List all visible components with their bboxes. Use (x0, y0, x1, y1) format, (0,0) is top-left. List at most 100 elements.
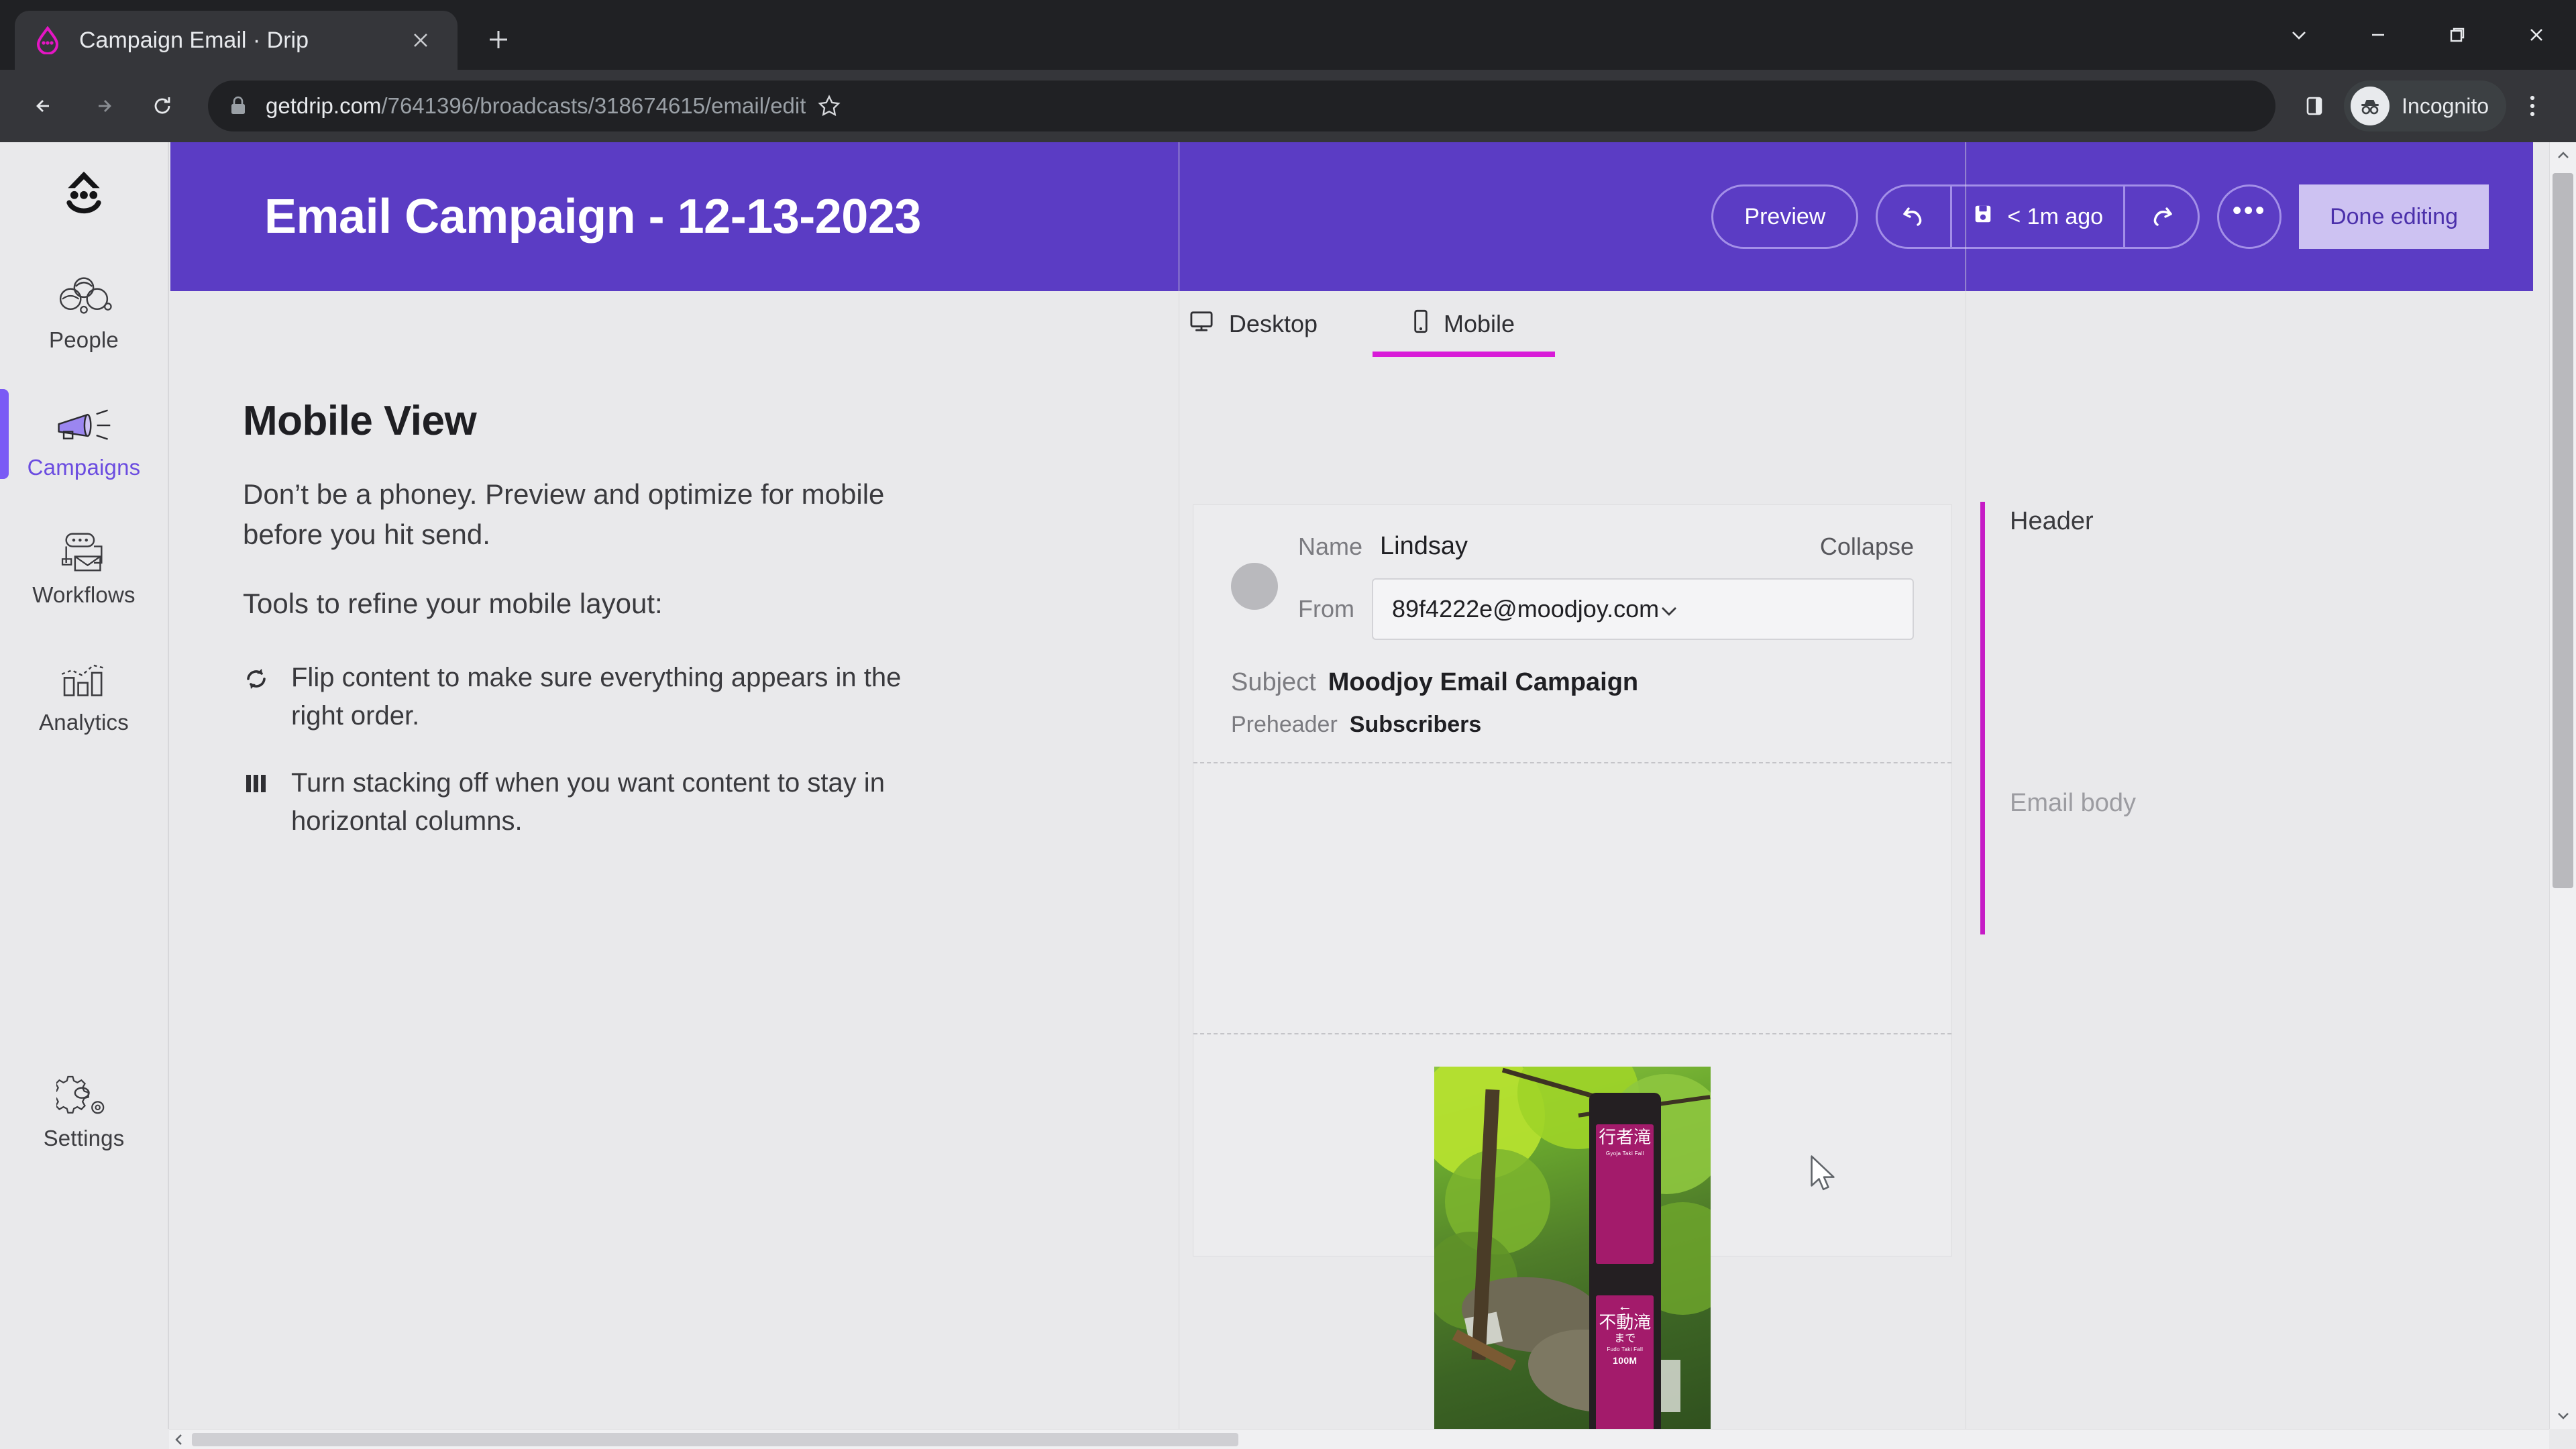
from-value: 89f4222e@moodjoy.com (1392, 595, 1660, 623)
instructions-list: Flip content to make sure everything app… (243, 659, 927, 841)
sign-bottom-japanese-small: まで (1614, 1331, 1636, 1344)
lock-icon (228, 95, 251, 117)
mouse-cursor (1808, 1154, 1837, 1199)
flip-refresh-icon (243, 659, 274, 735)
preheader-row[interactable]: Preheader Subscribers (1231, 712, 1914, 738)
header-actions: Preview < 1m ago ••• Done editing (1711, 184, 2489, 249)
scroll-down-arrow-icon[interactable] (2550, 1402, 2576, 1429)
tab-mobile[interactable]: Mobile (1372, 291, 1556, 357)
browser-toolbar: getdrip.com/7641396/broadcasts/318674615… (0, 70, 2576, 142)
from-label: From (1298, 595, 1354, 623)
horizontal-scroll-thumb[interactable] (192, 1433, 1238, 1446)
close-icon[interactable] (2497, 0, 2576, 70)
arrow-right-icon[interactable] (76, 79, 130, 133)
instructions-heading: Mobile View (243, 398, 477, 444)
three-dots-vertical-icon[interactable] (2506, 91, 2559, 121)
new-tab-button[interactable] (475, 16, 522, 63)
tab-desktop[interactable]: Desktop (1178, 291, 1328, 357)
sidebar-item-label: Settings (43, 1126, 125, 1150)
save-status-button[interactable]: < 1m ago (1950, 186, 2126, 247)
list-item: Turn stacking off when you want content … (243, 764, 927, 841)
redo-button[interactable] (2125, 186, 2198, 247)
tab-strip: Campaign Email · Drip (0, 0, 2576, 70)
tab-desktop-label: Desktop (1228, 310, 1318, 337)
name-label: Name (1298, 532, 1363, 560)
columns-icon (243, 764, 274, 841)
save-status-label: < 1m ago (2007, 203, 2104, 229)
scroll-up-arrow-icon[interactable] (2550, 142, 2576, 169)
reload-icon[interactable] (136, 79, 189, 133)
close-icon[interactable] (402, 22, 439, 58)
sidebar-item-label: Workflows (32, 582, 136, 607)
name-value[interactable]: Lindsay (1380, 532, 1468, 561)
instructions-list-intro: Tools to refine your mobile layout: (243, 588, 663, 620)
window-controls (2259, 0, 2576, 70)
people-icon (54, 260, 113, 318)
vertical-scrollbar[interactable] (2549, 142, 2576, 1429)
drip-drop-icon (34, 25, 62, 55)
redo-icon (2148, 203, 2175, 231)
device-preview-tabs: Desktop Mobile (170, 291, 2533, 357)
campaign-header: Email Campaign - 12-13-2023 Preview < 1m… (170, 142, 2533, 291)
app-sidebar: People Campaigns Workflows Analytics Set… (0, 142, 169, 1429)
sidebar-item-label: Campaigns (27, 455, 141, 480)
preheader-label: Preheader (1231, 712, 1338, 737)
from-select[interactable]: 89f4222e@moodjoy.com (1372, 578, 1914, 640)
list-item: Flip content to make sure everything app… (243, 659, 927, 735)
tab-mobile-label: Mobile (1444, 310, 1515, 337)
undo-button[interactable] (1878, 186, 1950, 247)
side-panel-icon[interactable] (2289, 80, 2340, 131)
preview-button[interactable]: Preview (1711, 184, 1859, 249)
sign-bottom: ← 不動滝 まで Fudo Taki Fall 100M (1596, 1295, 1654, 1436)
sidebar-item-workflows[interactable]: Workflows (0, 498, 168, 625)
avatar (1231, 562, 1278, 610)
sign-top-english: Gyoja Taki Fall (1605, 1150, 1644, 1157)
vertical-scroll-thumb[interactable] (2553, 173, 2573, 888)
body-section-marker (1980, 817, 1985, 934)
header-section-label[interactable]: Header (2010, 507, 2094, 536)
email-preview-card: Name Lindsay Collapse From 89f4222e@mood… (1193, 504, 1952, 1442)
bar-chart-icon (56, 643, 111, 700)
more-options-button[interactable]: ••• (2217, 184, 2282, 249)
undo-icon (1900, 203, 1927, 231)
chevron-down-icon[interactable] (2259, 0, 2339, 70)
chevron-down-icon (1659, 595, 1894, 623)
subject-value: Moodjoy Email Campaign (1328, 668, 1639, 696)
scroll-left-arrow-icon[interactable] (169, 1433, 189, 1446)
restore-icon[interactable] (2418, 0, 2497, 70)
email-body-slot[interactable]: 行者滝 Gyoja Taki Fall ← 不動滝 まで Fudo Taki F… (1193, 1034, 1951, 1442)
sign-top: 行者滝 Gyoja Taki Fall (1596, 1124, 1654, 1265)
subject-label: Subject (1231, 668, 1316, 696)
bookmark-star-icon[interactable] (806, 93, 853, 119)
email-header-slot[interactable] (1193, 763, 1951, 1033)
page-viewport: People Campaigns Workflows Analytics Set… (0, 142, 2576, 1449)
undo-save-redo-group: < 1m ago (1876, 184, 2200, 249)
address-bar[interactable]: getdrip.com/7641396/broadcasts/318674615… (208, 80, 2276, 131)
save-disk-icon (1972, 203, 1994, 231)
body-section-label[interactable]: Email body (2010, 789, 2136, 818)
sidebar-item-settings[interactable]: Settings (0, 1041, 168, 1169)
incognito-indicator[interactable]: Incognito (2344, 80, 2506, 131)
drip-logo-icon[interactable] (0, 142, 168, 243)
email-meta-block: Name Lindsay Collapse From 89f4222e@mood… (1193, 505, 1951, 762)
collapse-button[interactable]: Collapse (1820, 533, 1914, 561)
sign-distance: 100M (1613, 1354, 1638, 1366)
sign-bottom-japanese: 不動滝 (1599, 1312, 1652, 1333)
done-editing-button[interactable]: Done editing (2299, 184, 2489, 249)
instructions-paragraph: Don’t be a phoney. Preview and optimize … (243, 478, 885, 550)
signpost: 行者滝 Gyoja Taki Fall ← 不動滝 まで Fudo Taki F… (1589, 1093, 1661, 1442)
sidebar-item-analytics[interactable]: Analytics (0, 625, 168, 753)
minimize-icon[interactable] (2339, 0, 2418, 70)
gear-icon (56, 1059, 111, 1116)
browser-tab[interactable]: Campaign Email · Drip (15, 11, 458, 70)
browser-window: Campaign Email · Drip getdrip.com/764139… (0, 0, 2576, 1449)
horizontal-scrollbar[interactable] (169, 1429, 2549, 1449)
sidebar-item-campaigns[interactable]: Campaigns (0, 370, 168, 498)
email-hero-image[interactable]: 行者滝 Gyoja Taki Fall ← 不動滝 まで Fudo Taki F… (1434, 1067, 1711, 1442)
subject-row[interactable]: Subject Moodjoy Email Campaign (1231, 668, 1914, 697)
arrow-left-icon[interactable] (17, 79, 71, 133)
sidebar-item-people[interactable]: People (0, 243, 168, 370)
left-arrow-icon: ← (1617, 1297, 1633, 1314)
sidebar-item-label: People (49, 327, 119, 352)
